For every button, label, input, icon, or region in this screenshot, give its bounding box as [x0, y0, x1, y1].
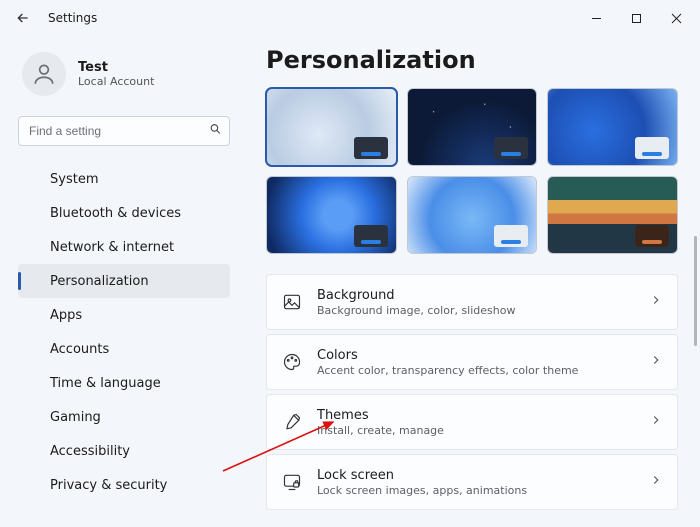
sidebar-item-apps[interactable]: Apps — [18, 298, 230, 332]
theme-thumb-6[interactable] — [547, 176, 678, 254]
search-wrap — [18, 116, 230, 146]
nav: System Bluetooth & devices Network & int… — [18, 162, 230, 502]
card-sub: Install, create, manage — [317, 424, 635, 437]
sidebar-item-label: Personalization — [50, 274, 149, 289]
sidebar-item-label: Apps — [50, 308, 82, 323]
settings-list: Background Background image, color, slid… — [266, 274, 678, 510]
sidebar-item-privacy[interactable]: Privacy & security — [18, 468, 230, 502]
sidebar-item-accounts[interactable]: Accounts — [18, 332, 230, 366]
sidebar-item-label: Bluetooth & devices — [50, 206, 181, 221]
close-button[interactable] — [656, 3, 696, 33]
card-background[interactable]: Background Background image, color, slid… — [266, 274, 678, 330]
lock-monitor-icon — [281, 472, 303, 492]
profile-name: Test — [78, 60, 154, 75]
theme-thumb-3[interactable] — [547, 88, 678, 166]
card-sub: Lock screen images, apps, animations — [317, 484, 635, 497]
profile-block[interactable]: Test Local Account — [18, 46, 230, 110]
avatar — [22, 52, 66, 96]
theme-thumb-4[interactable] — [266, 176, 397, 254]
sidebar-item-label: Privacy & security — [50, 478, 167, 493]
titlebar: Settings — [0, 0, 700, 36]
window-controls — [576, 3, 696, 33]
page-title: Personalization — [266, 46, 678, 74]
sidebar-item-label: Accounts — [50, 342, 109, 357]
palette-icon — [281, 352, 303, 372]
sidebar-item-label: Gaming — [50, 410, 101, 425]
sidebar-item-label: Network & internet — [50, 240, 174, 255]
scrollbar-thumb[interactable] — [694, 236, 697, 346]
sidebar: Test Local Account System Bluetooth & de… — [0, 36, 244, 527]
chevron-right-icon — [649, 293, 663, 311]
sidebar-item-network[interactable]: Network & internet — [18, 230, 230, 264]
sidebar-item-gaming[interactable]: Gaming — [18, 400, 230, 434]
back-button[interactable] — [14, 9, 32, 27]
card-sub: Accent color, transparency effects, colo… — [317, 364, 635, 377]
chevron-right-icon — [649, 413, 663, 431]
theme-grid — [266, 88, 678, 254]
card-title: Lock screen — [317, 468, 635, 483]
main: Personalization Background Background im… — [244, 36, 700, 527]
brush-icon — [281, 412, 303, 432]
minimize-button[interactable] — [576, 3, 616, 33]
card-themes[interactable]: Themes Install, create, manage — [266, 394, 678, 450]
theme-thumb-5[interactable] — [407, 176, 538, 254]
sidebar-item-accessibility[interactable]: Accessibility — [18, 434, 230, 468]
sidebar-item-time[interactable]: Time & language — [18, 366, 230, 400]
image-icon — [281, 292, 303, 312]
card-title: Themes — [317, 408, 635, 423]
card-sub: Background image, color, slideshow — [317, 304, 635, 317]
chevron-right-icon — [649, 353, 663, 371]
sidebar-item-label: System — [50, 172, 98, 187]
card-title: Colors — [317, 348, 635, 363]
sidebar-item-label: Time & language — [50, 376, 161, 391]
card-lockscreen[interactable]: Lock screen Lock screen images, apps, an… — [266, 454, 678, 510]
search-icon — [209, 123, 222, 140]
card-colors[interactable]: Colors Accent color, transparency effect… — [266, 334, 678, 390]
theme-thumb-2[interactable] — [407, 88, 538, 166]
profile-sub: Local Account — [78, 75, 154, 88]
sidebar-item-personalization[interactable]: Personalization — [18, 264, 230, 298]
theme-thumb-1[interactable] — [266, 88, 397, 166]
sidebar-item-bluetooth[interactable]: Bluetooth & devices — [18, 196, 230, 230]
sidebar-item-label: Accessibility — [50, 444, 130, 459]
chevron-right-icon — [649, 473, 663, 491]
card-title: Background — [317, 288, 635, 303]
maximize-button[interactable] — [616, 3, 656, 33]
app-title: Settings — [48, 11, 97, 25]
search-input[interactable] — [18, 116, 230, 146]
sidebar-item-system[interactable]: System — [18, 162, 230, 196]
